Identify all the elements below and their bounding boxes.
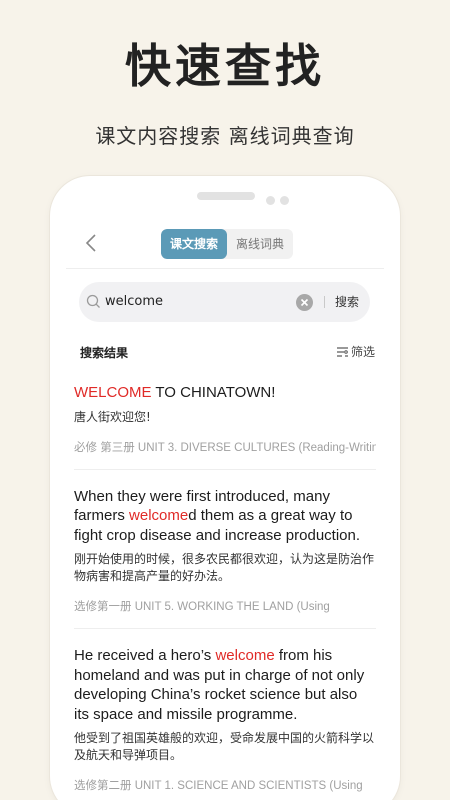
phone-camera-dot [266, 196, 275, 205]
back-chevron-icon [85, 234, 96, 252]
results-title: 搜索结果 [80, 346, 129, 360]
phone-frame: 课文搜索 离线词典 搜索 搜索结果 筛选 [50, 176, 400, 800]
search-button[interactable]: 搜索 [335, 293, 359, 310]
tab-switcher: 课文搜索 离线词典 [161, 229, 294, 259]
result-source: 选修第二册 UNIT 1. SCIENCE AND SCIENTISTS (Us… [74, 780, 363, 792]
phone-speaker [197, 192, 255, 200]
tab-text-search[interactable]: 课文搜索 [161, 229, 228, 259]
hero-title: 快速查找 [125, 39, 325, 93]
result-item[interactable]: WELCOME TO CHINATOWN! 唐人街欢迎您! 必修 第三册 UNI… [74, 383, 376, 470]
result-chinese: 刚开始使用的时候，很多农民都很欢迎，认为这是防治作物病害和提高产量的好办法。 [74, 552, 375, 583]
result-english: When they were first introduced, many fa… [74, 487, 376, 546]
result-english-text: He received a hero’s [74, 647, 216, 664]
result-english: WELCOME TO CHINATOWN! [74, 383, 376, 403]
clear-button[interactable] [296, 294, 313, 311]
clear-icon [300, 298, 309, 307]
result-english: He received a hero’s welcome from his ho… [74, 646, 376, 724]
result-item[interactable]: He received a hero’s welcome from his ho… [74, 646, 376, 800]
tab-offline-dictionary[interactable]: 离线词典 [227, 229, 293, 259]
result-english-text: TO CHINATOWN! [151, 384, 276, 401]
result-source: 必修 第三册 UNIT 3. DIVERSE CULTURES (Reading… [74, 441, 376, 454]
hero-subtitle: 课文内容搜索 离线词典查询 [95, 124, 355, 148]
result-source: 选修第一册 UNIT 5. WORKING THE LAND (Using [74, 601, 330, 613]
back-button[interactable] [80, 232, 102, 254]
phone-camera-dot [280, 196, 289, 205]
header-divider [66, 268, 384, 269]
search-divider [324, 296, 325, 308]
result-list: WELCOME TO CHINATOWN! 唐人街欢迎您! 必修 第三册 UNI… [74, 383, 376, 800]
filter-button[interactable]: 筛选 [336, 343, 375, 360]
search-bar: 搜索 [79, 282, 370, 322]
result-item[interactable]: When they were first introduced, many fa… [74, 487, 376, 629]
highlighted-keyword: welcome [129, 507, 189, 524]
filter-icon [337, 346, 348, 357]
highlighted-keyword: welcome [215, 647, 275, 664]
result-chinese: 唐人街欢迎您! [74, 409, 151, 424]
filter-label: 筛选 [351, 345, 376, 359]
result-chinese: 他受到了祖国英雄般的欢迎，受命发展中国的火箭科学以及航天和导弹项目。 [74, 731, 375, 762]
search-icon [86, 294, 100, 308]
highlighted-keyword: WELCOME [74, 384, 152, 401]
search-input[interactable] [105, 291, 295, 313]
